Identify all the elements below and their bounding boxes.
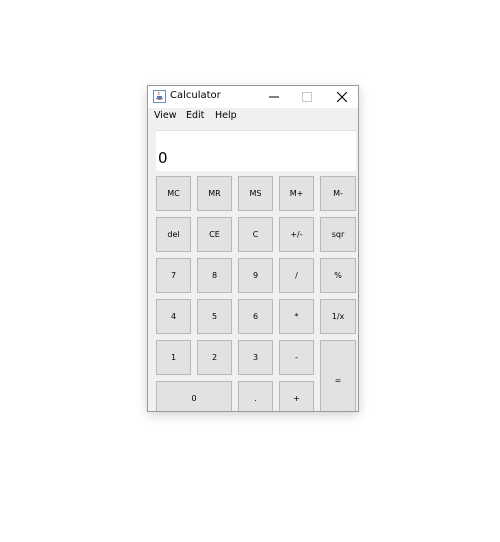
decimal-button[interactable]: .: [238, 381, 273, 411]
digit-3-button[interactable]: 3: [238, 340, 273, 375]
digit-1-button[interactable]: 1: [156, 340, 191, 375]
memory-subtract-button[interactable]: M-: [320, 176, 356, 211]
add-button[interactable]: +: [279, 381, 314, 411]
digit-6-button[interactable]: 6: [238, 299, 273, 334]
close-button[interactable]: [326, 86, 358, 108]
maximize-button[interactable]: [291, 86, 323, 108]
minimize-icon: [269, 96, 279, 98]
digit-2-button[interactable]: 2: [197, 340, 232, 375]
memory-store-button[interactable]: MS: [238, 176, 273, 211]
digit-7-button[interactable]: 7: [156, 258, 191, 293]
delete-button[interactable]: del: [156, 217, 191, 252]
display: 0: [156, 130, 356, 171]
title-bar[interactable]: Calculator: [148, 86, 358, 108]
multiply-button[interactable]: *: [279, 299, 314, 334]
java-cup-icon: [153, 90, 166, 103]
digit-4-button[interactable]: 4: [156, 299, 191, 334]
menu-bar: View Edit Help: [148, 108, 358, 124]
reciprocal-button[interactable]: 1/x: [320, 299, 356, 334]
percent-button[interactable]: %: [320, 258, 356, 293]
memory-clear-button[interactable]: MC: [156, 176, 191, 211]
menu-view[interactable]: View: [154, 110, 177, 121]
window-title: Calculator: [170, 90, 221, 101]
negate-button[interactable]: +/-: [279, 217, 314, 252]
display-value: 0: [158, 149, 168, 167]
digit-5-button[interactable]: 5: [197, 299, 232, 334]
clear-button[interactable]: C: [238, 217, 273, 252]
menu-edit[interactable]: Edit: [186, 110, 204, 121]
memory-recall-button[interactable]: MR: [197, 176, 232, 211]
calculator-window: Calculator View Edit Help 0 MC MR MS M+ …: [147, 85, 359, 412]
divide-button[interactable]: /: [279, 258, 314, 293]
menu-help[interactable]: Help: [215, 110, 237, 121]
clear-entry-button[interactable]: CE: [197, 217, 232, 252]
square-root-button[interactable]: sqr: [320, 217, 356, 252]
close-icon: [337, 92, 347, 102]
subtract-button[interactable]: -: [279, 340, 314, 375]
digit-8-button[interactable]: 8: [197, 258, 232, 293]
equals-button[interactable]: =: [320, 340, 356, 411]
maximize-icon: [302, 92, 312, 102]
digit-0-button[interactable]: 0: [156, 381, 232, 411]
memory-add-button[interactable]: M+: [279, 176, 314, 211]
minimize-button[interactable]: [258, 86, 290, 108]
digit-9-button[interactable]: 9: [238, 258, 273, 293]
